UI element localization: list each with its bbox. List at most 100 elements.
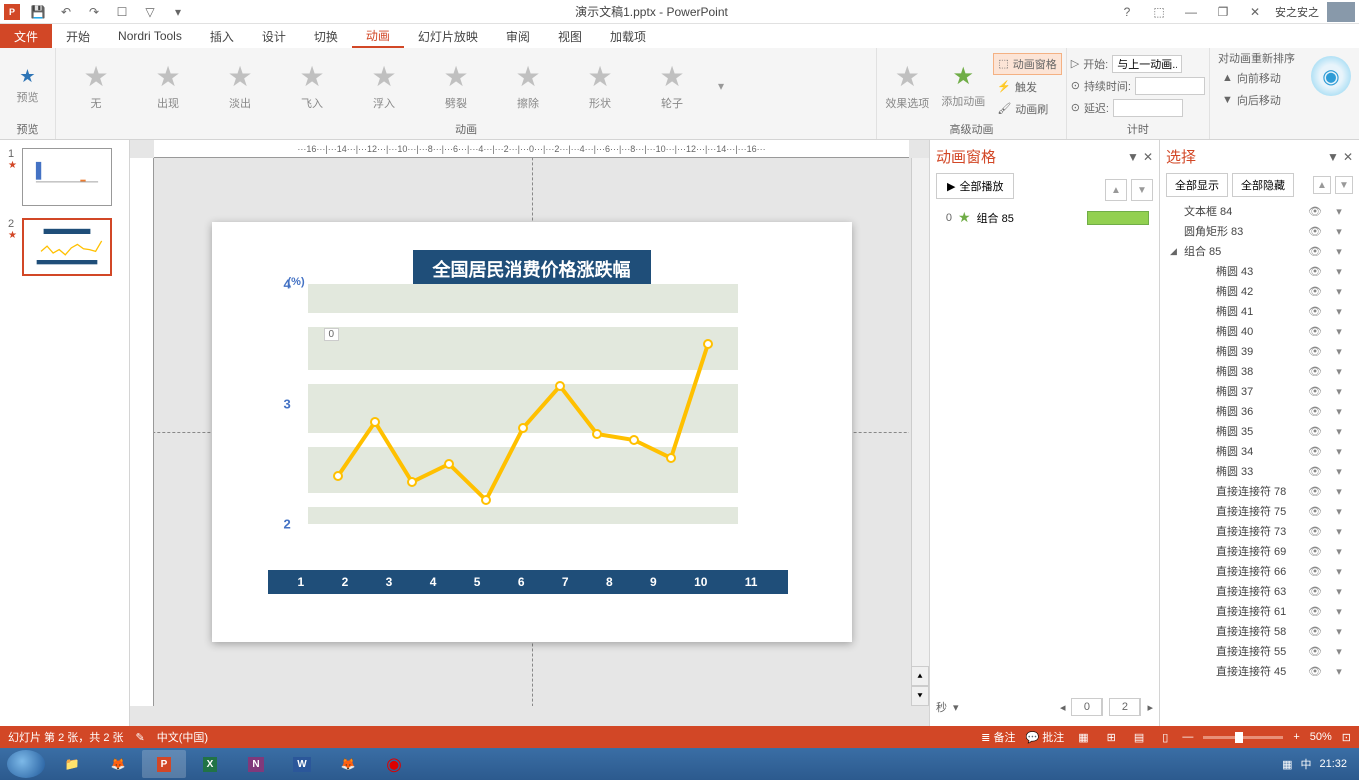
tab-动画[interactable]: 动画 [352,24,404,48]
reading-view-button[interactable]: ▤ [1130,731,1148,744]
visibility-toggle[interactable]: 👁 [1305,605,1325,618]
sel-move-up[interactable]: ▲ [1313,176,1331,194]
sorter-view-button[interactable]: ⊞ [1103,731,1120,744]
comments-button[interactable]: 💬 批注 [1025,729,1064,745]
move-forward-button[interactable]: ▲向前移动 [1218,68,1295,88]
start-button[interactable] [4,750,48,778]
sel-item[interactable]: 椭圆 35👁▾ [1166,421,1353,441]
next-slide-button[interactable]: ⯆ [911,686,929,706]
sel-item[interactable]: 椭圆 43👁▾ [1166,261,1353,281]
app-icon-3[interactable]: ◉ [372,750,416,778]
tab-file[interactable]: 文件 [0,24,52,48]
visibility-toggle[interactable]: 👁 [1305,505,1325,518]
close-button[interactable]: ✕ [1243,0,1267,24]
thumbnail-2[interactable]: 2★ [8,218,121,276]
qat-redo[interactable]: ↷ [84,2,104,22]
excel-icon[interactable]: X [188,750,232,778]
visibility-toggle[interactable]: 👁 [1305,585,1325,598]
sel-item[interactable]: 直接连接符 45👁▾ [1166,661,1353,681]
move-backward-button[interactable]: ▼向后移动 [1218,90,1295,110]
sel-item[interactable]: 圆角矩形 83👁▾ [1166,221,1353,241]
sel-item[interactable]: 椭圆 34👁▾ [1166,441,1353,461]
qat-more[interactable]: ▾ [168,2,188,22]
anim-pane-close[interactable]: ✕ [1143,150,1153,164]
timeline-end-spinner[interactable]: 2 [1109,698,1141,716]
chart-title[interactable]: 全国居民消费价格涨跌幅 [413,250,651,288]
sel-item[interactable]: 直接连接符 61👁▾ [1166,601,1353,621]
onenote-icon[interactable]: N [234,750,278,778]
effect-飞入[interactable]: ★飞入 [286,58,338,113]
tab-幻灯片放映[interactable]: 幻灯片放映 [404,24,492,48]
effect-劈裂[interactable]: ★劈裂 [430,58,482,113]
tray-lang[interactable]: 中 [1300,756,1311,772]
fit-window-button[interactable]: ⊡ [1342,731,1351,744]
qat-touch[interactable]: ☐ [112,2,132,22]
prev-slide-button[interactable]: ⯅ [911,666,929,686]
tab-视图[interactable]: 视图 [544,24,596,48]
visibility-toggle[interactable]: 👁 [1305,405,1325,418]
app-icon-2[interactable]: 🦊 [326,750,370,778]
language-indicator[interactable]: 中文(中国) [157,729,208,745]
preview-button[interactable]: ★ 预览 [4,64,51,107]
visibility-toggle[interactable]: 👁 [1305,625,1325,638]
anim-timeline-bar[interactable] [1087,211,1149,225]
clock[interactable]: 21:32 [1319,758,1347,770]
trigger-button[interactable]: ⚡触发 [993,77,1061,97]
sel-pane-close[interactable]: ✕ [1343,150,1353,164]
visibility-toggle[interactable]: 👁 [1305,485,1325,498]
visibility-toggle[interactable]: 👁 [1305,345,1325,358]
sel-item[interactable]: 椭圆 42👁▾ [1166,281,1353,301]
timing-start-input[interactable] [1112,55,1182,73]
effects-more[interactable]: ▾ [718,79,724,93]
timing-duration-input[interactable] [1135,77,1205,95]
sel-item[interactable]: ◢组合 85👁▾ [1166,241,1353,261]
sel-item[interactable]: 直接连接符 66👁▾ [1166,561,1353,581]
effect-擦除[interactable]: ★擦除 [502,58,554,113]
sel-move-down[interactable]: ▼ [1335,176,1353,194]
visibility-toggle[interactable]: 👁 [1305,265,1325,278]
tray-icon[interactable]: ▦ [1282,758,1292,771]
qat-save[interactable]: 💾 [28,2,48,22]
tab-Nordri Tools[interactable]: Nordri Tools [104,24,196,48]
hide-all-button[interactable]: 全部隐藏 [1232,173,1294,197]
maximize-button[interactable]: ❐ [1211,0,1235,24]
animation-pane-toggle[interactable]: ⬚动画窗格 [993,53,1061,75]
normal-view-button[interactable]: ▦ [1074,731,1092,744]
slideshow-view-button[interactable]: ▯ [1158,731,1172,744]
add-animation-button[interactable]: ★ 添加动画 [937,60,989,111]
tab-设计[interactable]: 设计 [248,24,300,48]
visibility-toggle[interactable]: 👁 [1305,445,1325,458]
visibility-toggle[interactable]: 👁 [1305,665,1325,678]
canvas[interactable]: 全国居民消费价格涨跌幅 (%) 234 0 1234567891011 [154,158,909,706]
powerpoint-icon[interactable]: P [142,750,186,778]
chart[interactable]: (%) 234 0 1234567891011 [298,284,748,554]
visibility-toggle[interactable]: 👁 [1305,525,1325,538]
zoom-slider[interactable] [1203,736,1283,739]
zoom-in-button[interactable]: + [1293,731,1299,743]
sel-item[interactable]: 椭圆 36👁▾ [1166,401,1353,421]
sel-item[interactable]: 椭圆 33👁▾ [1166,461,1353,481]
play-all-button[interactable]: ▶全部播放 [936,173,1014,199]
minimize-button[interactable]: — [1179,0,1203,24]
zoom-level[interactable]: 50% [1310,731,1332,743]
scrollbar-vertical[interactable] [911,158,929,686]
tab-审阅[interactable]: 审阅 [492,24,544,48]
sel-item[interactable]: 椭圆 39👁▾ [1166,341,1353,361]
sel-item[interactable]: 直接连接符 78👁▾ [1166,481,1353,501]
explorer-icon[interactable]: 📁 [50,750,94,778]
user-avatar[interactable] [1327,2,1355,22]
sel-item[interactable]: 直接连接符 63👁▾ [1166,581,1353,601]
visibility-toggle[interactable]: 👁 [1305,225,1325,238]
effect-无[interactable]: ★无 [70,58,122,113]
anim-item-0[interactable]: 0 ★ 组合 85 [936,207,1153,228]
visibility-toggle[interactable]: 👁 [1305,385,1325,398]
anim-move-up[interactable]: ▲ [1105,179,1127,201]
help-button[interactable]: ? [1115,0,1139,24]
sel-item[interactable]: 直接连接符 75👁▾ [1166,501,1353,521]
animation-painter-button[interactable]: 🖌动画刷 [993,99,1061,119]
sel-item[interactable]: 直接连接符 69👁▾ [1166,541,1353,561]
tab-切换[interactable]: 切换 [300,24,352,48]
tab-插入[interactable]: 插入 [196,24,248,48]
effect-options-button[interactable]: ★ 效果选项 [881,58,933,113]
visibility-toggle[interactable]: 👁 [1305,545,1325,558]
